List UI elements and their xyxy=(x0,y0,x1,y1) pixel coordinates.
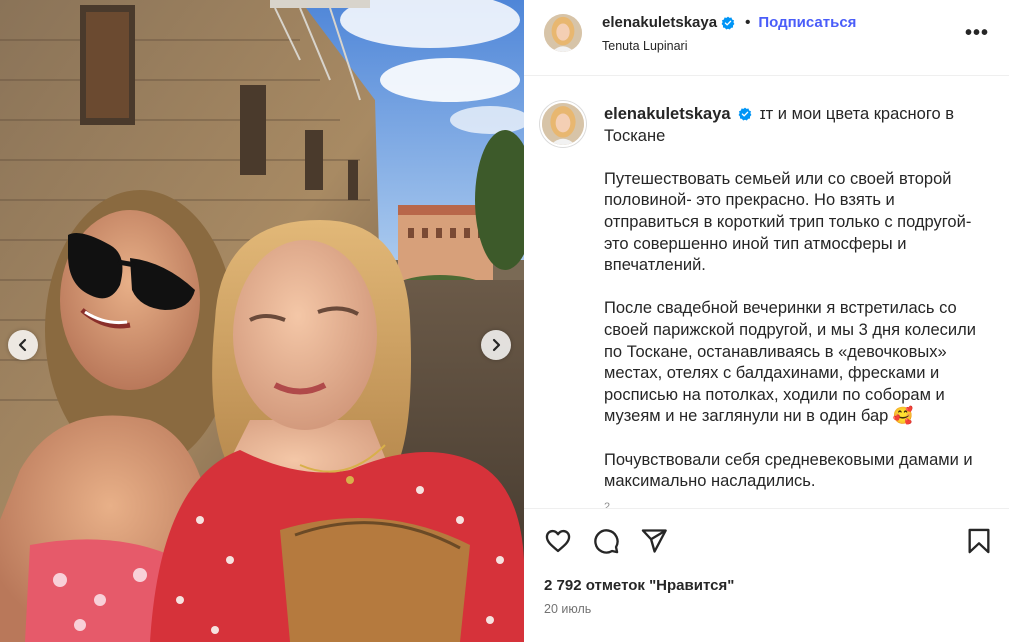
post-date[interactable]: 20 июль xyxy=(544,602,591,616)
follow-button[interactable]: Подписаться xyxy=(758,14,856,31)
bookmark-icon[interactable] xyxy=(965,527,993,555)
chevron-left-icon xyxy=(18,338,27,352)
next-photo-button[interactable] xyxy=(481,330,511,360)
separator-dot: • xyxy=(745,14,751,31)
caption-avatar[interactable] xyxy=(540,101,586,147)
caption-tail: 2 xyxy=(604,500,611,508)
comment-icon[interactable] xyxy=(592,527,620,555)
caption-first-paragraph: elenakuletskaya ɪт и мои цвета красного … xyxy=(604,104,994,147)
heart-icon[interactable] xyxy=(544,527,572,555)
previous-photo-button[interactable] xyxy=(8,330,38,360)
caption-username[interactable]: elenakuletskaya xyxy=(604,105,731,123)
caption-area: elenakuletskaya ɪт и мои цвета красного … xyxy=(524,77,1009,508)
avatar-image xyxy=(544,14,582,52)
post-header: elenakuletskaya • Подписаться Tenuta Lup… xyxy=(524,0,1009,76)
send-icon[interactable] xyxy=(640,527,668,555)
actions-bar: 2 792 отметок "Нравится" 20 июль xyxy=(524,508,1009,642)
likes-count[interactable]: 2 792 отметок "Нравится" xyxy=(544,577,734,594)
caption-line: Почувствовали себя средневековыми дамами… xyxy=(604,450,973,491)
avatar-image xyxy=(542,103,584,145)
post-photo[interactable] xyxy=(0,0,524,642)
verified-badge-icon xyxy=(738,107,752,121)
avatar[interactable] xyxy=(544,14,582,52)
caption-text: elenakuletskaya ɪт и мои цвета красного … xyxy=(604,104,994,508)
username[interactable]: elenakuletskaya xyxy=(602,14,717,31)
more-options-button[interactable]: ••• xyxy=(965,22,989,45)
location-link[interactable]: Tenuta Lupinari xyxy=(602,39,687,53)
post-side-panel: elenakuletskaya • Подписаться Tenuta Lup… xyxy=(524,0,1009,642)
photo-scene xyxy=(0,0,524,642)
verified-badge-icon xyxy=(721,16,735,30)
caption-line: Путешествовать семьей или со своей второ… xyxy=(604,169,972,275)
caption-line: После свадебной вечеринки я встретилась … xyxy=(604,299,976,426)
chevron-right-icon xyxy=(492,338,501,352)
